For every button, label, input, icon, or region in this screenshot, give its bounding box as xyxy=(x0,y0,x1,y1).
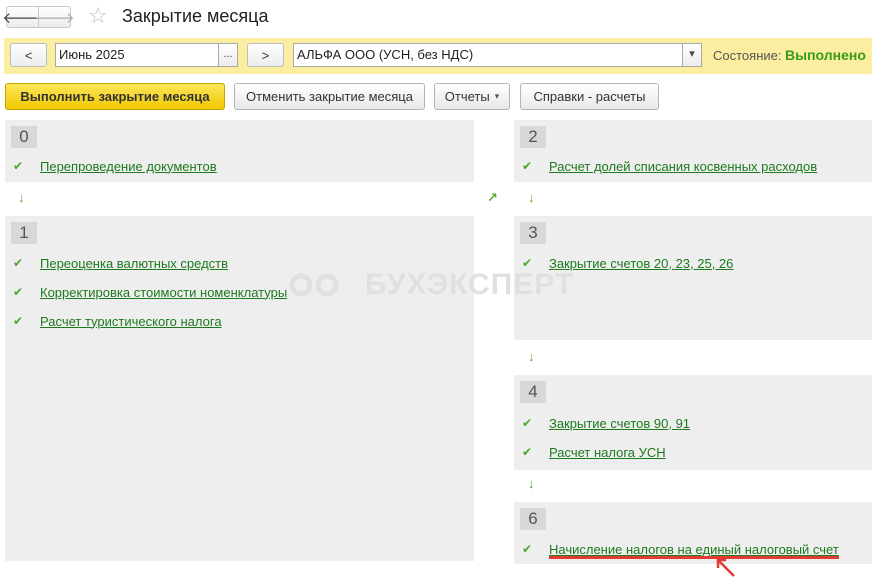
reports-label: Отчеты xyxy=(444,89,490,104)
arrow-down-icon: ↓ xyxy=(528,349,535,364)
execute-close-button[interactable]: Выполнить закрытие месяца xyxy=(5,83,225,110)
step-number: 3 xyxy=(520,222,546,244)
favorite-star-icon[interactable]: ☆ xyxy=(88,3,108,29)
step-link[interactable]: Расчет долей списания косвенных расходов xyxy=(549,159,817,174)
step-link[interactable]: Переоценка валютных средств xyxy=(40,256,228,271)
reports-button[interactable]: Отчеты ▾ xyxy=(434,83,510,110)
check-icon: ✔ xyxy=(13,314,24,328)
step-block-0: 0 ✔ Перепроведение документов xyxy=(5,120,474,182)
step-number: 0 xyxy=(11,126,37,148)
step-link[interactable]: Закрытие счетов 90, 91 xyxy=(549,416,690,431)
references-button[interactable]: Справки - расчеты xyxy=(520,83,659,110)
step-block-4: 4 ✔ Закрытие счетов 90, 91 ✔ Расчет нало… xyxy=(514,375,872,470)
step-block-2: 2 ✔ Расчет долей списания косвенных расх… xyxy=(514,120,872,182)
highlight-underline xyxy=(549,556,839,559)
step-link[interactable]: Расчет туристического налога xyxy=(40,314,222,329)
next-period-button[interactable]: > xyxy=(247,43,284,67)
red-arrow-icon xyxy=(716,558,735,577)
step-number: 4 xyxy=(520,381,546,403)
arrow-down-icon: ↓ xyxy=(528,190,535,205)
check-icon: ✔ xyxy=(522,159,533,173)
organization-field[interactable]: АЛЬФА ООО (УСН, без НДС) xyxy=(293,43,683,67)
state-value: Выполнено xyxy=(785,47,866,63)
state-label: Состояние: xyxy=(713,48,782,63)
step-link[interactable]: Расчет налога УСН xyxy=(549,445,666,460)
check-icon: ✔ xyxy=(522,445,533,459)
step-number: 2 xyxy=(520,126,546,148)
chevron-down-icon: ▾ xyxy=(494,91,500,101)
page-title: Закрытие месяца xyxy=(122,6,269,26)
title-bar: 🡐 🡒 ☆ Закрытие месяца xyxy=(0,0,872,34)
arrow-down-icon: ↓ xyxy=(18,190,25,205)
step-link[interactable]: Закрытие счетов 20, 23, 25, 26 xyxy=(549,256,733,271)
step-block-6: 6 ✔ Начисление налогов на единый налогов… xyxy=(514,502,872,564)
check-icon: ✔ xyxy=(13,285,24,299)
period-picker-button[interactable]: ... xyxy=(218,43,238,67)
check-icon: ✔ xyxy=(522,542,533,556)
prev-period-button[interactable]: < xyxy=(10,43,47,67)
watermark-text: БУХЭКСПЕРТ xyxy=(365,268,575,301)
step-link[interactable]: Перепроведение документов xyxy=(40,159,217,174)
check-icon: ✔ xyxy=(13,159,24,173)
period-field[interactable]: Июнь 2025 xyxy=(55,43,219,67)
forward-button[interactable]: 🡒 xyxy=(34,6,75,28)
step-link[interactable]: Корректировка стоимости номенклатуры xyxy=(40,285,287,300)
cancel-close-button[interactable]: Отменить закрытие месяца xyxy=(234,83,425,110)
arrow-up-right-icon: ↗ xyxy=(487,190,498,205)
step-link[interactable]: Начисление налогов на единый налоговый с… xyxy=(549,542,839,557)
check-icon: ✔ xyxy=(13,256,24,270)
filter-bar: < Июнь 2025 ... > АЛЬФА ООО (УСН, без НД… xyxy=(4,38,872,74)
arrow-down-icon: ↓ xyxy=(528,476,535,491)
watermark-logo-icon xyxy=(289,273,339,297)
step-number: 6 xyxy=(520,508,546,530)
step-number: 1 xyxy=(11,222,37,244)
chevron-down-icon[interactable]: ▾ xyxy=(682,43,702,67)
check-icon: ✔ xyxy=(522,416,533,430)
arrow-right-icon: 🡒 xyxy=(34,9,75,27)
